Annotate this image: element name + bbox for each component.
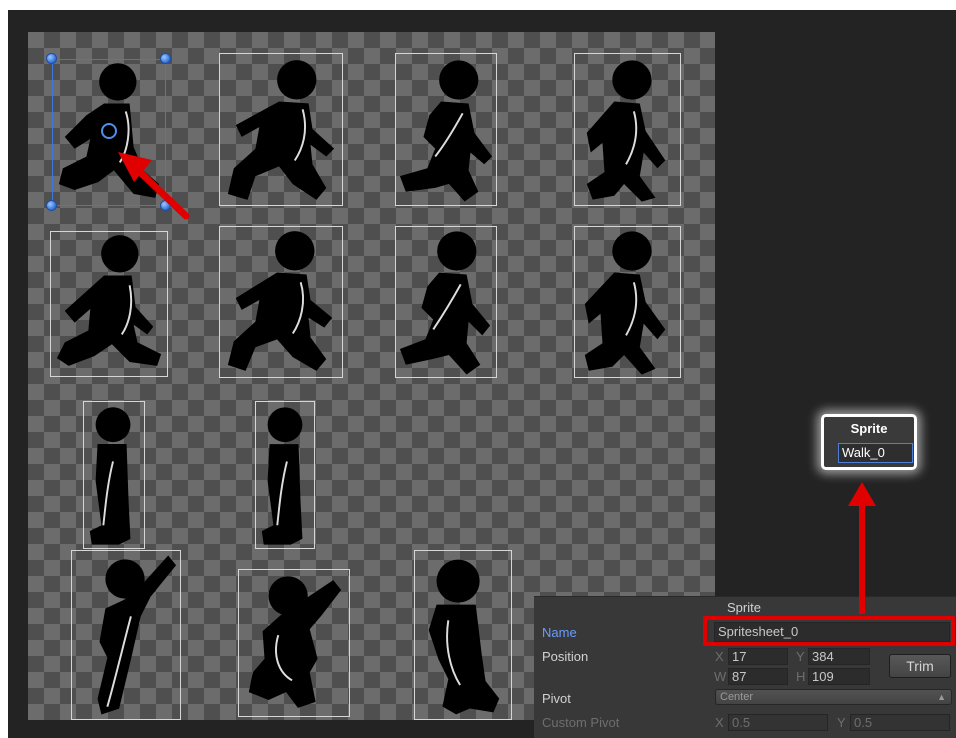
walk-pose-4-icon [586,60,666,202]
stand-pose-1-icon [89,407,131,545]
custom-pivot-label: Custom Pivot [542,715,620,730]
y-field[interactable]: 384 [808,648,870,665]
popup-name-field[interactable]: Walk_0 [838,443,913,463]
jump-reach-icon [97,555,177,715]
walk-pose-6-icon [227,231,333,371]
walk-pose-7-icon [399,231,491,375]
dropdown-arrows-icon: ▲ [937,692,946,702]
name-field-highlight [703,616,955,646]
stand-back-icon [428,559,500,715]
sprite-frame-walk-2[interactable] [395,53,497,206]
h-label: H [796,669,806,684]
x-label: X [715,649,724,664]
pivot-label: Pivot [542,691,571,706]
resize-handle-bottom-right[interactable] [160,200,171,211]
sprite-frame-walk-5[interactable] [219,226,343,378]
pivot-value: Center [720,691,754,703]
trim-button[interactable]: Trim [889,654,951,678]
walk-pose-5-icon [56,235,162,366]
sprite-frame-walk-7[interactable] [574,226,681,378]
custom-pivot-y-label: Y [837,715,846,730]
sprite-frame-walk-1[interactable] [219,53,343,206]
x-field[interactable]: 17 [728,648,788,665]
resize-handle-top-left[interactable] [46,53,57,64]
sprite-frame-crouch[interactable] [238,569,350,717]
h-field[interactable]: 109 [808,668,870,685]
walk-pose-2-icon [227,60,335,200]
sprite-frame-walk-4[interactable] [50,231,168,377]
name-label: Name [542,625,577,640]
sprite-frame-jump[interactable] [71,550,181,720]
resize-handle-top-right[interactable] [160,53,171,64]
sprite-frame-stand-1[interactable] [255,401,315,549]
custom-pivot-y-field: 0.5 [850,714,950,731]
sprite-name-popup: Sprite Walk_0 [821,414,917,470]
sprite-frame-walk-3[interactable] [574,53,681,206]
sprite-frame-stand-0[interactable] [83,401,145,549]
sprite-frame-back[interactable] [414,550,512,720]
stand-pose-2-icon [261,407,303,545]
inspector-header: Sprite [727,600,761,615]
pivot-dropdown[interactable]: Center ▲ [715,689,952,705]
walk-pose-8-icon [584,231,666,375]
w-field[interactable]: 87 [728,668,788,685]
w-label: W [714,669,727,684]
resize-handle-bottom-left[interactable] [46,200,57,211]
custom-pivot-x-label: X [715,715,724,730]
sprite-frame-walk-6[interactable] [395,226,497,378]
walk-pose-3-icon [399,60,493,202]
crouch-pose-icon [248,576,342,708]
custom-pivot-x-field: 0.5 [728,714,828,731]
position-label: Position [542,649,589,664]
popup-title: Sprite [850,421,888,436]
y-label: Y [796,649,805,664]
pivot-handle[interactable] [101,123,117,139]
